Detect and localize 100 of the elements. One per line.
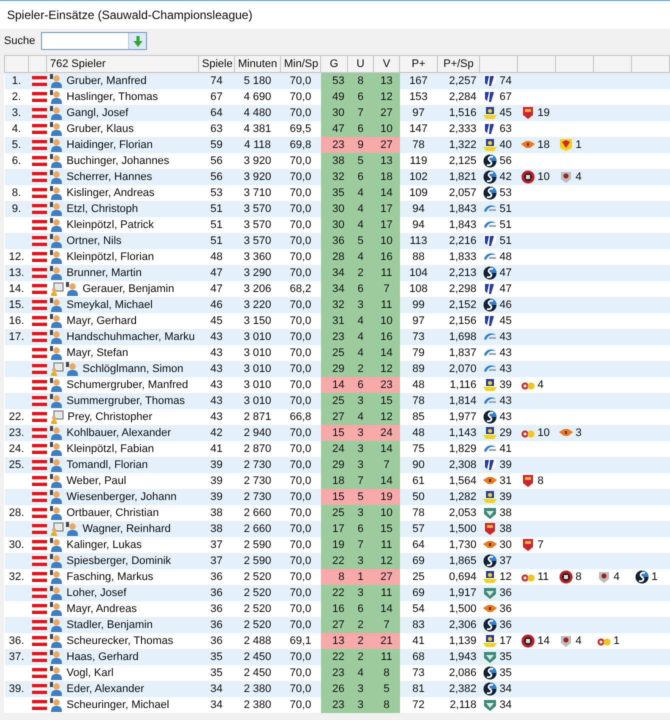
table-row[interactable]: Kleinpötzl, Patrick 51 3 570 70,0 30 4 17 94 1,843 51 bbox=[4, 217, 670, 233]
person-icon bbox=[50, 154, 62, 168]
table-cell: 68,2 bbox=[280, 281, 320, 297]
table-cell: 69,5 bbox=[280, 121, 320, 137]
table-cell: 38 bbox=[198, 521, 234, 537]
table-cell: 3 bbox=[348, 553, 374, 569]
table-row[interactable]: 15. Smeykal, Michael 46 3 220 70,0 32 3 11 99 2,152 46 bbox=[4, 297, 670, 313]
rank-number: 17. bbox=[8, 331, 24, 343]
table-cell: 16 bbox=[374, 249, 400, 265]
table-row[interactable]: Loher, Josef 36 2 520 70,0 22 3 11 69 1,917 36 bbox=[4, 585, 670, 601]
table-cell: 3 bbox=[348, 457, 374, 473]
column-header[interactable] bbox=[556, 56, 594, 72]
table-cell: 70,0 bbox=[280, 681, 320, 697]
rank-number: 15. bbox=[8, 299, 24, 311]
column-header[interactable] bbox=[28, 56, 46, 72]
table-cell: 35 bbox=[198, 665, 234, 681]
table-row[interactable]: 36. Scheurecker, Thomas 36 2 488 69,1 13 2 21 41 1,139 17 14 4 1 bbox=[4, 633, 670, 649]
table-row[interactable]: Stadler, Benjamin 36 2 520 70,0 27 2 7 83 2,306 36 bbox=[4, 617, 670, 633]
table-cell: 7 bbox=[348, 105, 374, 121]
table-row[interactable]: 8. Kislinger, Andreas 53 3 710 70,0 35 4 14 109 2,057 53 bbox=[4, 185, 670, 201]
player-name: Mayr, Stefan bbox=[66, 347, 128, 359]
column-header[interactable]: 762 Spieler bbox=[46, 56, 198, 72]
column-header[interactable]: Min/Sp bbox=[280, 56, 320, 72]
player-name: Kleinpötzl, Patrick bbox=[66, 219, 154, 231]
table-cell: 70,0 bbox=[280, 569, 320, 585]
table-row[interactable]: Ortner, Nils 51 3 570 70,0 36 5 10 113 2,216 51 bbox=[4, 233, 670, 249]
table-row[interactable]: 13. Brunner, Martin 47 3 290 70,0 34 2 11 104 2,213 47 bbox=[4, 265, 670, 281]
table-row[interactable]: 30. Kalinger, Lukas 37 2 590 70,0 19 7 11 64 1,730 30 7 bbox=[4, 537, 670, 553]
table-row[interactable]: Wiesenberger, Johann 39 2 730 70,0 15 5 19 50 1,282 39 bbox=[4, 489, 670, 505]
table-row[interactable]: Scheuringer, Michael 34 2 380 70,0 23 3 8 72 2,118 34 bbox=[4, 697, 670, 713]
table-cell: 1,977 bbox=[438, 409, 480, 425]
table-row[interactable]: 28. Ortbauer, Christian 38 2 660 70,0 25 3 10 78 2,053 38 bbox=[4, 505, 670, 521]
table-row[interactable]: 32. Fasching, Markus 36 2 520 70,0 8 1 27 25 0,694 12 11 8 4 1 bbox=[4, 569, 670, 585]
table-row[interactable]: Scherrer, Hannes 56 3 920 70,0 32 6 18 102 1,821 42 10 4 bbox=[4, 169, 670, 185]
column-header[interactable]: P+ bbox=[400, 56, 438, 72]
table-row[interactable]: Schumergruber, Manfred 43 3 010 70,0 14 6 23 48 1,116 39 4 bbox=[4, 377, 670, 393]
column-header[interactable] bbox=[480, 56, 518, 72]
table-cell: 24 bbox=[374, 425, 400, 441]
table-row[interactable]: 16. Mayr, Gerhard 45 3 150 70,0 31 4 10 97 2,156 45 bbox=[4, 313, 670, 329]
table-row[interactable]: Mayr, Stefan 43 3 010 70,0 25 4 14 79 1,837 43 bbox=[4, 345, 670, 361]
appearance-count: 45 bbox=[500, 107, 512, 119]
table-row[interactable]: Spiesberger, Dominik 37 2 590 70,0 22 3 12 69 1,865 37 bbox=[4, 553, 670, 569]
column-header[interactable]: P+/Sp bbox=[438, 56, 480, 72]
column-header[interactable]: G bbox=[320, 56, 348, 72]
table-row[interactable]: Wagner, Reinhard 38 2 660 70,0 17 6 15 57 1,500 38 bbox=[4, 521, 670, 537]
table-cell: 6 bbox=[348, 121, 374, 137]
table-cell: 3 360 bbox=[234, 249, 280, 265]
flag-icon bbox=[32, 476, 46, 486]
table-row[interactable]: 17. Handschuhmacher, Marku 43 3 010 70,0 23 4 16 73 1,698 43 bbox=[4, 329, 670, 345]
appearance-count: 39 bbox=[500, 491, 512, 503]
table-row[interactable]: 6. Buchinger, Johannes 56 3 920 70,0 38 5 13 119 2,125 56 bbox=[4, 153, 670, 169]
table-row[interactable]: 2. Haslinger, Thomas 67 4 690 70,0 49 6 12 153 2,284 67 bbox=[4, 89, 670, 105]
table-cell: 94 bbox=[400, 201, 438, 217]
club-crest-icon bbox=[482, 106, 496, 120]
table-row[interactable]: Mayr, Andreas 36 2 520 70,0 16 6 14 54 1,500 36 bbox=[4, 601, 670, 617]
club-crest-icon bbox=[482, 410, 496, 424]
appearance-count: 37 bbox=[500, 555, 512, 567]
table-cell: 119 bbox=[400, 153, 438, 169]
table-row[interactable]: 25. Tomandl, Florian 39 2 730 70,0 29 3 7 90 2,308 39 bbox=[4, 457, 670, 473]
table-cell: 8 bbox=[374, 665, 400, 681]
table-row[interactable]: 23. Kohlbauer, Alexander 42 2 940 70,0 15 3 24 48 1,143 29 10 3 bbox=[4, 425, 670, 441]
search-field[interactable] bbox=[41, 32, 148, 50]
person-icon bbox=[66, 522, 78, 536]
table-row[interactable]: 24. Kleinpötzl, Fabian 41 2 870 70,0 24 3 14 75 1,829 41 bbox=[4, 441, 670, 457]
table-row[interactable]: 1. Gruber, Manfred 74 5 180 70,0 53 8 13 167 2,257 74 bbox=[4, 72, 670, 89]
column-header[interactable] bbox=[594, 56, 632, 72]
table-row[interactable]: Summergruber, Thomas 43 3 010 70,0 25 3 15 78 1,814 43 bbox=[4, 393, 670, 409]
column-header[interactable] bbox=[632, 56, 670, 72]
player-name: Scheuringer, Michael bbox=[66, 699, 170, 711]
table-row[interactable]: Vogl, Karl 35 2 450 70,0 23 4 8 73 2,086 35 bbox=[4, 665, 670, 681]
player-name: Kalinger, Lukas bbox=[66, 539, 142, 551]
table-row[interactable]: 22. Prey, Christopher 43 2 871 66,8 27 4 12 85 1,977 43 bbox=[4, 409, 670, 425]
table-row[interactable]: Schlöglmann, Simon 43 3 010 70,0 29 2 12 89 2,070 43 bbox=[4, 361, 670, 377]
flag-icon bbox=[32, 172, 46, 182]
table-row[interactable]: 39. Eder, Alexander 34 2 380 70,0 26 3 5 81 2,382 34 bbox=[4, 681, 670, 697]
club-crest-icon bbox=[482, 314, 496, 328]
column-header[interactable] bbox=[518, 56, 556, 72]
appearance-count: 8 bbox=[576, 571, 582, 583]
table-row[interactable]: 4. Gruber, Klaus 63 4 381 69,5 47 6 10 147 2,333 63 bbox=[4, 121, 670, 137]
club-crest-icon bbox=[482, 266, 496, 280]
flag-icon bbox=[32, 572, 46, 582]
column-header[interactable]: U bbox=[348, 56, 374, 72]
rank-number: 2. bbox=[12, 91, 22, 103]
table-cell: 2,382 bbox=[438, 681, 480, 697]
table-row[interactable]: 12. Kleinpötzl, Florian 48 3 360 70,0 28 4 16 88 1,833 48 bbox=[4, 249, 670, 265]
club-crest-icon bbox=[482, 666, 496, 680]
table-row[interactable]: 14. Gerauer, Benjamin 47 3 206 68,2 34 6 7 108 2,298 47 bbox=[4, 281, 670, 297]
person-icon bbox=[50, 586, 62, 600]
column-header[interactable] bbox=[4, 56, 28, 72]
table-cell: 22 bbox=[320, 585, 348, 601]
column-header[interactable]: Spiele bbox=[198, 56, 234, 72]
table-row[interactable]: 5. Haidinger, Florian 59 4 118 69,8 23 9 27 78 1,322 40 18 1 bbox=[4, 137, 670, 153]
table-cell: 41 bbox=[400, 633, 438, 649]
table-row[interactable]: 9. Etzl, Christoph 51 3 570 70,0 30 4 17 94 1,843 51 bbox=[4, 201, 670, 217]
column-header[interactable]: V bbox=[374, 56, 400, 72]
search-button[interactable] bbox=[128, 33, 146, 49]
table-row[interactable]: 37. Haas, Gerhard 35 2 450 70,0 22 2 11 68 1,943 35 bbox=[4, 649, 670, 665]
column-header[interactable]: Minuten bbox=[234, 56, 280, 72]
table-row[interactable]: Weber, Paul 39 2 730 70,0 18 7 14 61 1,564 31 8 bbox=[4, 473, 670, 489]
table-row[interactable]: 3. Gangl, Josef 64 4 480 70,0 30 7 27 97 1,516 45 19 bbox=[4, 105, 670, 121]
